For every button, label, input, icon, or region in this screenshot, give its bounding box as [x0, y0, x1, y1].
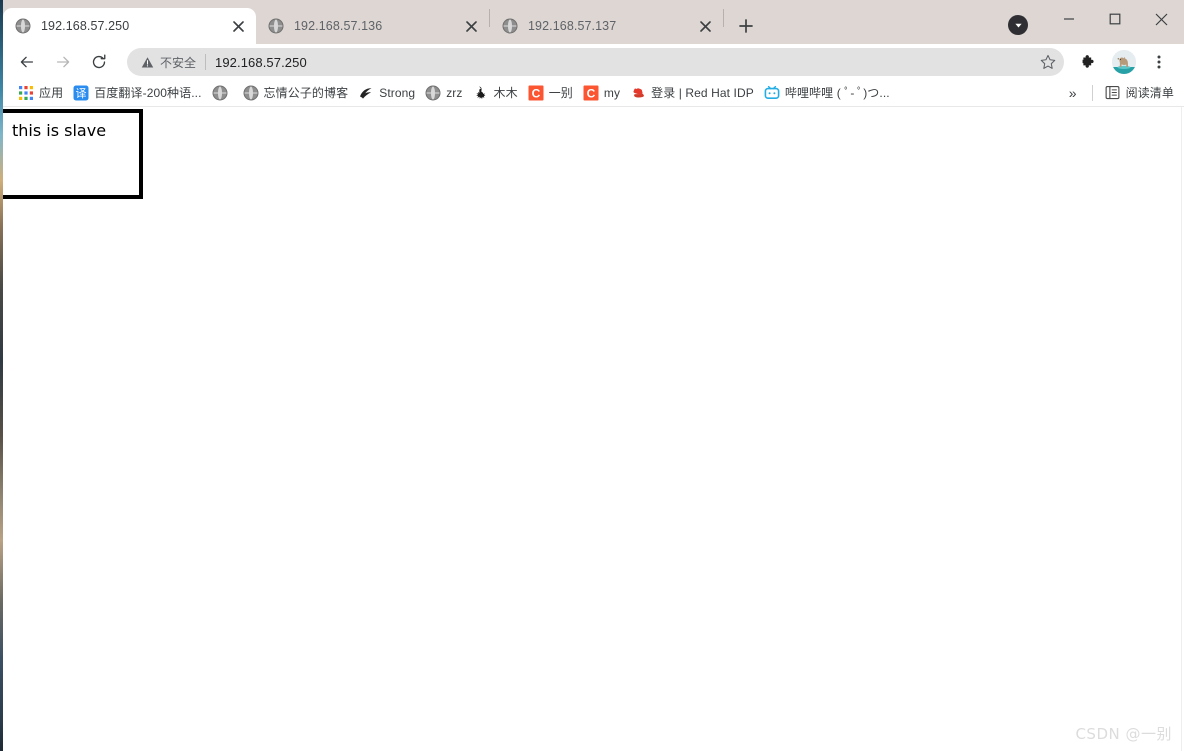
reload-icon [92, 54, 106, 69]
globe-icon [15, 18, 31, 34]
window-controls [1008, 0, 1184, 44]
bookmarks-divider [1091, 84, 1093, 101]
warning-triangle-icon [141, 56, 154, 68]
apps-grid-icon [18, 85, 34, 101]
svg-text:C: C [587, 86, 596, 100]
page-viewport: this is slave CSDN @一别 [3, 106, 1184, 751]
bookmarks-overflow-button[interactable]: » [1062, 82, 1084, 104]
globe-icon [268, 18, 284, 34]
globe-icon [212, 85, 228, 101]
tab-title: 192.168.57.137 [528, 19, 617, 33]
bookmark-label: 应用 [39, 86, 64, 100]
omnibox-divider [205, 54, 207, 70]
globe-icon [502, 18, 518, 34]
plus-icon [739, 19, 753, 33]
page-body-text: this is slave [12, 121, 107, 140]
bookmark-label: Strong [379, 85, 416, 100]
extensions-button[interactable] [1075, 48, 1103, 76]
chevron-down-icon [1014, 23, 1022, 27]
reading-list-label: 阅读清单 [1125, 86, 1174, 100]
arrow-left-icon [20, 56, 34, 68]
dark-bird-icon [473, 85, 489, 101]
browser-toolbar: 不安全 192.168.57.250 [3, 44, 1184, 80]
maximize-icon [1109, 13, 1121, 25]
bilibili-icon [764, 85, 780, 101]
star-icon [1040, 54, 1056, 69]
tab-close-button[interactable] [226, 14, 250, 38]
bookmark-apps[interactable]: 应用 [13, 82, 68, 104]
new-tab-button[interactable] [732, 12, 760, 40]
bookmark-bilibili[interactable]: 哔哩哔哩 ( ﾟ- ﾟ)つ... [759, 82, 895, 104]
reload-button[interactable] [84, 47, 114, 77]
tab-192-168-57-250[interactable]: 192.168.57.250 [3, 8, 256, 44]
back-button[interactable] [12, 47, 42, 77]
csdn-c-icon: C [583, 85, 599, 101]
browser-window: 192.168.57.250 192.168.57.136 192.168.57… [3, 0, 1184, 751]
window-maximize-button[interactable] [1092, 3, 1138, 35]
bookmark-label: my [603, 85, 621, 100]
watermark: CSDN @一别 [1075, 725, 1172, 743]
address-bar-url: 192.168.57.250 [215, 54, 307, 70]
bookmark-label: 登录 | Red Hat IDP [651, 86, 754, 100]
arrow-right-icon [56, 56, 70, 68]
bookmark-label: 百度翻译-200种语... [94, 86, 202, 100]
tab-192-168-57-137[interactable]: 192.168.57.137 [490, 8, 723, 44]
bookmark-label: 忘情公子的博客 [263, 86, 349, 100]
close-icon [1155, 13, 1167, 25]
bookmark-zrz[interactable]: zrz [420, 82, 467, 104]
bookmark-label: 哔哩哔哩 ( ﾟ- ﾟ)つ... [784, 86, 890, 100]
address-bar[interactable]: 不安全 192.168.57.250 [127, 48, 1064, 76]
tab-192-168-57-136[interactable]: 192.168.57.136 [256, 8, 489, 44]
bookmark-my[interactable]: C my [578, 82, 625, 104]
reading-list-button[interactable]: 阅读清单 [1101, 82, 1178, 104]
security-status-label: 不安全 [160, 55, 197, 70]
csdn-c-icon: C [528, 85, 544, 101]
avatar[interactable] [1112, 50, 1136, 74]
tab-close-button[interactable] [693, 14, 717, 38]
bookmark-mumu[interactable]: 木木 [468, 82, 523, 104]
download-complete-indicator[interactable] [1008, 15, 1028, 35]
bookmark-strong[interactable]: Strong [353, 82, 420, 104]
browser-menu-button[interactable] [1145, 48, 1173, 76]
bookmark-label: zrz [446, 85, 463, 100]
window-close-button[interactable] [1138, 3, 1184, 35]
bookmark-yibie[interactable]: C 一别 [523, 82, 578, 104]
svg-text:译: 译 [76, 87, 87, 100]
globe-icon [425, 85, 441, 101]
security-status[interactable]: 不安全 [141, 54, 196, 71]
tab-title: 192.168.57.250 [41, 19, 130, 33]
bookmarks-bar: 应用 译 百度翻译-200种语... 忘情公子的博客 Strong zrz 木木… [3, 80, 1184, 106]
forward-button[interactable] [48, 47, 78, 77]
tab-close-button[interactable] [459, 14, 483, 38]
baidu-translate-icon: 译 [73, 85, 89, 101]
minimize-icon [1064, 18, 1074, 20]
bookmark-untitled-globe[interactable] [207, 82, 238, 104]
tab-title: 192.168.57.136 [294, 19, 383, 33]
bookmark-baidu-translate[interactable]: 译 百度翻译-200种语... [68, 82, 206, 104]
strong-swoosh-icon [358, 85, 374, 101]
window-right-edge [1181, 107, 1182, 751]
bookmark-redhat-idp[interactable]: 登录 | Red Hat IDP [625, 82, 759, 104]
puzzle-piece-icon [1082, 54, 1094, 68]
redhat-icon [630, 85, 646, 101]
window-minimize-button[interactable] [1046, 3, 1092, 35]
reading-list-icon [1105, 85, 1121, 101]
svg-text:C: C [531, 86, 540, 100]
bookmark-label: 一别 [548, 86, 573, 100]
bookmark-wangqing-blog[interactable]: 忘情公子的博客 [238, 82, 354, 104]
globe-icon [243, 85, 259, 101]
bookmark-star-button[interactable] [1034, 48, 1062, 76]
tab-strip: 192.168.57.250 192.168.57.136 192.168.57… [3, 0, 1184, 44]
bookmark-label: 木木 [493, 86, 518, 100]
tab-separator [723, 8, 724, 27]
three-dots-vertical-icon [1157, 55, 1161, 69]
